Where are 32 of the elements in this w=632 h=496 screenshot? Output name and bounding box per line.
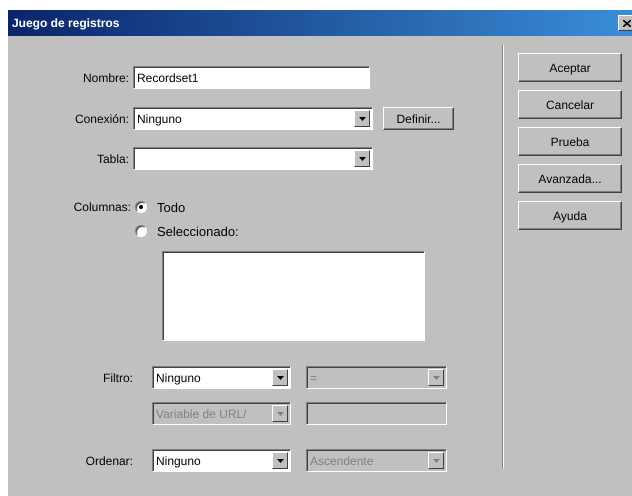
field-label: Filtro: (102, 370, 134, 384)
caret-icon (276, 412, 284, 416)
radio-button[interactable] (135, 225, 147, 237)
filter-column-dropdown[interactable]: Ninguno (152, 366, 291, 389)
caret-icon (276, 376, 284, 380)
field-label: Columnas: (72, 200, 132, 214)
window-title: Juego de registros (12, 16, 120, 30)
sort-column-dropdown[interactable]: Ninguno (152, 449, 291, 472)
caret-icon (432, 376, 440, 380)
radio-label[interactable]: Seleccionado: (157, 224, 239, 238)
caret-icon (358, 116, 366, 120)
caret-icon (358, 156, 366, 160)
column-list[interactable] (162, 251, 425, 341)
name-field[interactable]: Recordset1 (133, 66, 370, 89)
define-button[interactable]: Definir... (383, 107, 454, 130)
field-label: Tabla: (96, 152, 130, 166)
dialog-button[interactable]: Avanzada... (518, 164, 622, 193)
dialog-button[interactable]: Aceptar (518, 53, 622, 82)
caret-icon (276, 458, 284, 462)
dialog-button[interactable]: Cancelar (518, 90, 622, 119)
radio-label[interactable]: Todo (157, 200, 186, 214)
field-label: Ordenar: (84, 454, 134, 468)
dialog-button[interactable]: Ayuda (518, 201, 622, 230)
close-icon (623, 20, 631, 26)
dialog-button[interactable]: Prueba (518, 127, 622, 156)
close-button[interactable] (618, 15, 632, 31)
connection-dropdown[interactable]: Ninguno (133, 107, 373, 130)
caret-icon (432, 458, 440, 462)
field-label: Nombre: (82, 70, 130, 84)
table-dropdown[interactable] (133, 147, 373, 170)
field-label: Conexión: (74, 112, 130, 126)
radio-button[interactable] (135, 201, 147, 213)
